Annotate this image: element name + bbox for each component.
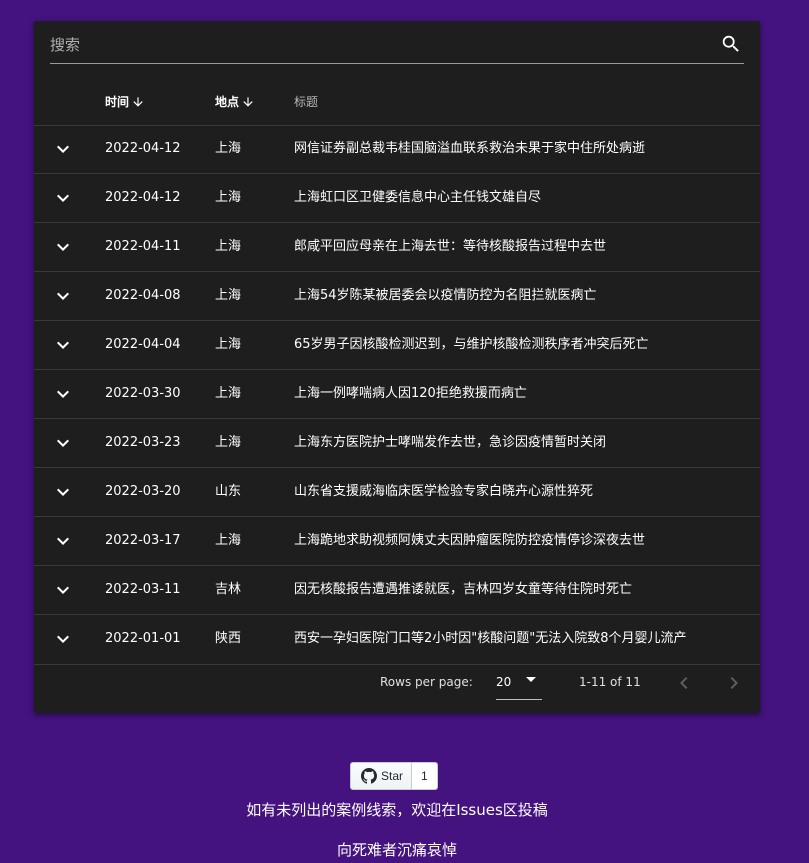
row-title: 西安一孕妇医院门口等2小时因"核酸问题"无法入院致8个月婴儿流产 [294,631,687,646]
github-star-widget: Star 1 [350,762,438,790]
github-star-button[interactable]: Star [350,762,413,790]
chevron-down-icon[interactable] [51,578,75,602]
chevron-left-icon[interactable] [672,671,696,695]
table-header: 时间 地点 标题 [34,77,760,126]
chevron-down-icon[interactable] [51,137,75,161]
table-row: 2022-04-12 上海 上海虹口区卫健委信息中心主任钱文雄自尽 [34,174,760,223]
table-row: 2022-03-11 吉林 因无核酸报告遭遇推诿就医，吉林四岁女童等待住院时死亡 [34,566,760,615]
chevron-down-icon[interactable] [51,627,75,651]
chevron-right-icon[interactable] [722,671,746,695]
chevron-down-icon[interactable] [51,333,75,357]
caret-down-icon [526,677,536,682]
column-header-time-label: 时间 [105,95,130,109]
search-input[interactable] [50,31,710,59]
row-title: 上海一例哮喘病人因120拒绝救援而病亡 [294,386,527,401]
table-row: 2022-04-04 上海 65岁男子因核酸检测迟到，与维护核酸检测秩序者冲突后… [34,321,760,370]
row-place: 上海 [215,288,242,303]
row-place: 上海 [215,386,242,401]
github-icon [361,768,377,784]
contribution-notice: 如有未列出的案例线索，欢迎在Issues区投稿 [246,801,548,819]
column-header-title-label: 标题 [294,95,319,109]
chevron-down-icon[interactable] [51,382,75,406]
search-bar [50,31,744,64]
column-header-time[interactable]: 时间 [105,94,145,110]
github-star-count[interactable]: 1 [412,762,438,790]
table-body: 2022-04-12 上海 网信证券副总裁韦桂国脑溢血联系救治未果于家中住所处病… [34,125,760,665]
rows-per-page-value: 20 [496,675,512,689]
row-title: 上海东方医院护士哮喘发作去世，急诊因疫情暂时关闭 [294,435,607,450]
row-title: 山东省支援威海临床医学检验专家白晓卉心源性猝死 [294,484,594,499]
row-date: 2022-04-12 [105,190,181,205]
table-row: 2022-03-30 上海 上海一例哮喘病人因120拒绝救援而病亡 [34,370,760,419]
row-place: 上海 [215,141,242,156]
pagination-range: 1-11 of 11 [579,675,641,689]
row-date: 2022-04-08 [105,288,181,303]
chevron-down-icon[interactable] [51,186,75,210]
row-title: 上海跪地求助视频阿姨丈夫因肿瘤医院防控疫情停诊深夜去世 [294,533,646,548]
column-header-place-label: 地点 [215,95,240,109]
row-place: 上海 [215,337,242,352]
chevron-down-icon[interactable] [51,480,75,504]
pagination: Rows per page: 20 1-11 of 11 [34,653,760,713]
github-star-label: Star [381,769,404,783]
row-place: 陕西 [215,631,242,646]
table-row: 2022-03-20 山东 山东省支援威海临床医学检验专家白晓卉心源性猝死 [34,468,760,517]
row-title: 郎咸平回应母亲在上海去世：等待核酸报告过程中去世 [294,239,607,254]
row-date: 2022-03-17 [105,533,181,548]
row-place: 上海 [215,190,242,205]
table-row: 2022-03-17 上海 上海跪地求助视频阿姨丈夫因肿瘤医院防控疫情停诊深夜去… [34,517,760,566]
chevron-down-icon[interactable] [51,431,75,455]
row-date: 2022-04-11 [105,239,181,254]
rows-per-page-label: Rows per page: [380,675,473,689]
row-date: 2022-01-01 [105,631,181,646]
column-header-place[interactable]: 地点 [215,94,255,110]
row-title: 因无核酸报告遭遇推诿就医，吉林四岁女童等待住院时死亡 [294,582,633,597]
cases-table-card: 时间 地点 标题 2022-04-12 上海 网信证券副总裁韦桂国脑溢血联系救治… [34,21,760,713]
arrow-down-icon [243,96,253,107]
column-header-title: 标题 [294,94,318,110]
condolence-text: 向死难者沉痛哀悼 [336,841,457,859]
row-title: 上海虹口区卫健委信息中心主任钱文雄自尽 [294,190,542,205]
search-icon[interactable] [720,33,742,55]
chevron-down-icon[interactable] [51,284,75,308]
chevron-down-icon[interactable] [51,529,75,553]
table-row: 2022-04-12 上海 网信证券副总裁韦桂国脑溢血联系救治未果于家中住所处病… [34,125,760,174]
table-row: 2022-03-23 上海 上海东方医院护士哮喘发作去世，急诊因疫情暂时关闭 [34,419,760,468]
row-place: 山东 [215,484,242,499]
arrow-down-icon [133,96,143,107]
row-place: 上海 [215,533,242,548]
table-row: 2022-04-08 上海 上海54岁陈某被居委会以疫情防控为名阻拦就医病亡 [34,272,760,321]
row-title: 65岁男子因核酸检测迟到，与维护核酸检测秩序者冲突后死亡 [294,337,649,352]
row-date: 2022-03-23 [105,435,181,450]
table-row: 2022-04-11 上海 郎咸平回应母亲在上海去世：等待核酸报告过程中去世 [34,223,760,272]
row-date: 2022-03-11 [105,582,181,597]
row-place: 上海 [215,239,242,254]
row-date: 2022-04-04 [105,337,181,352]
row-place: 上海 [215,435,242,450]
chevron-down-icon[interactable] [51,235,75,259]
row-date: 2022-03-20 [105,484,181,499]
row-title: 网信证券副总裁韦桂国脑溢血联系救治未果于家中住所处病逝 [294,141,646,156]
row-title: 上海54岁陈某被居委会以疫情防控为名阻拦就医病亡 [294,288,597,303]
row-place: 吉林 [215,582,242,597]
rows-per-page-select[interactable]: 20 [496,667,542,700]
row-date: 2022-04-12 [105,141,181,156]
row-date: 2022-03-30 [105,386,181,401]
